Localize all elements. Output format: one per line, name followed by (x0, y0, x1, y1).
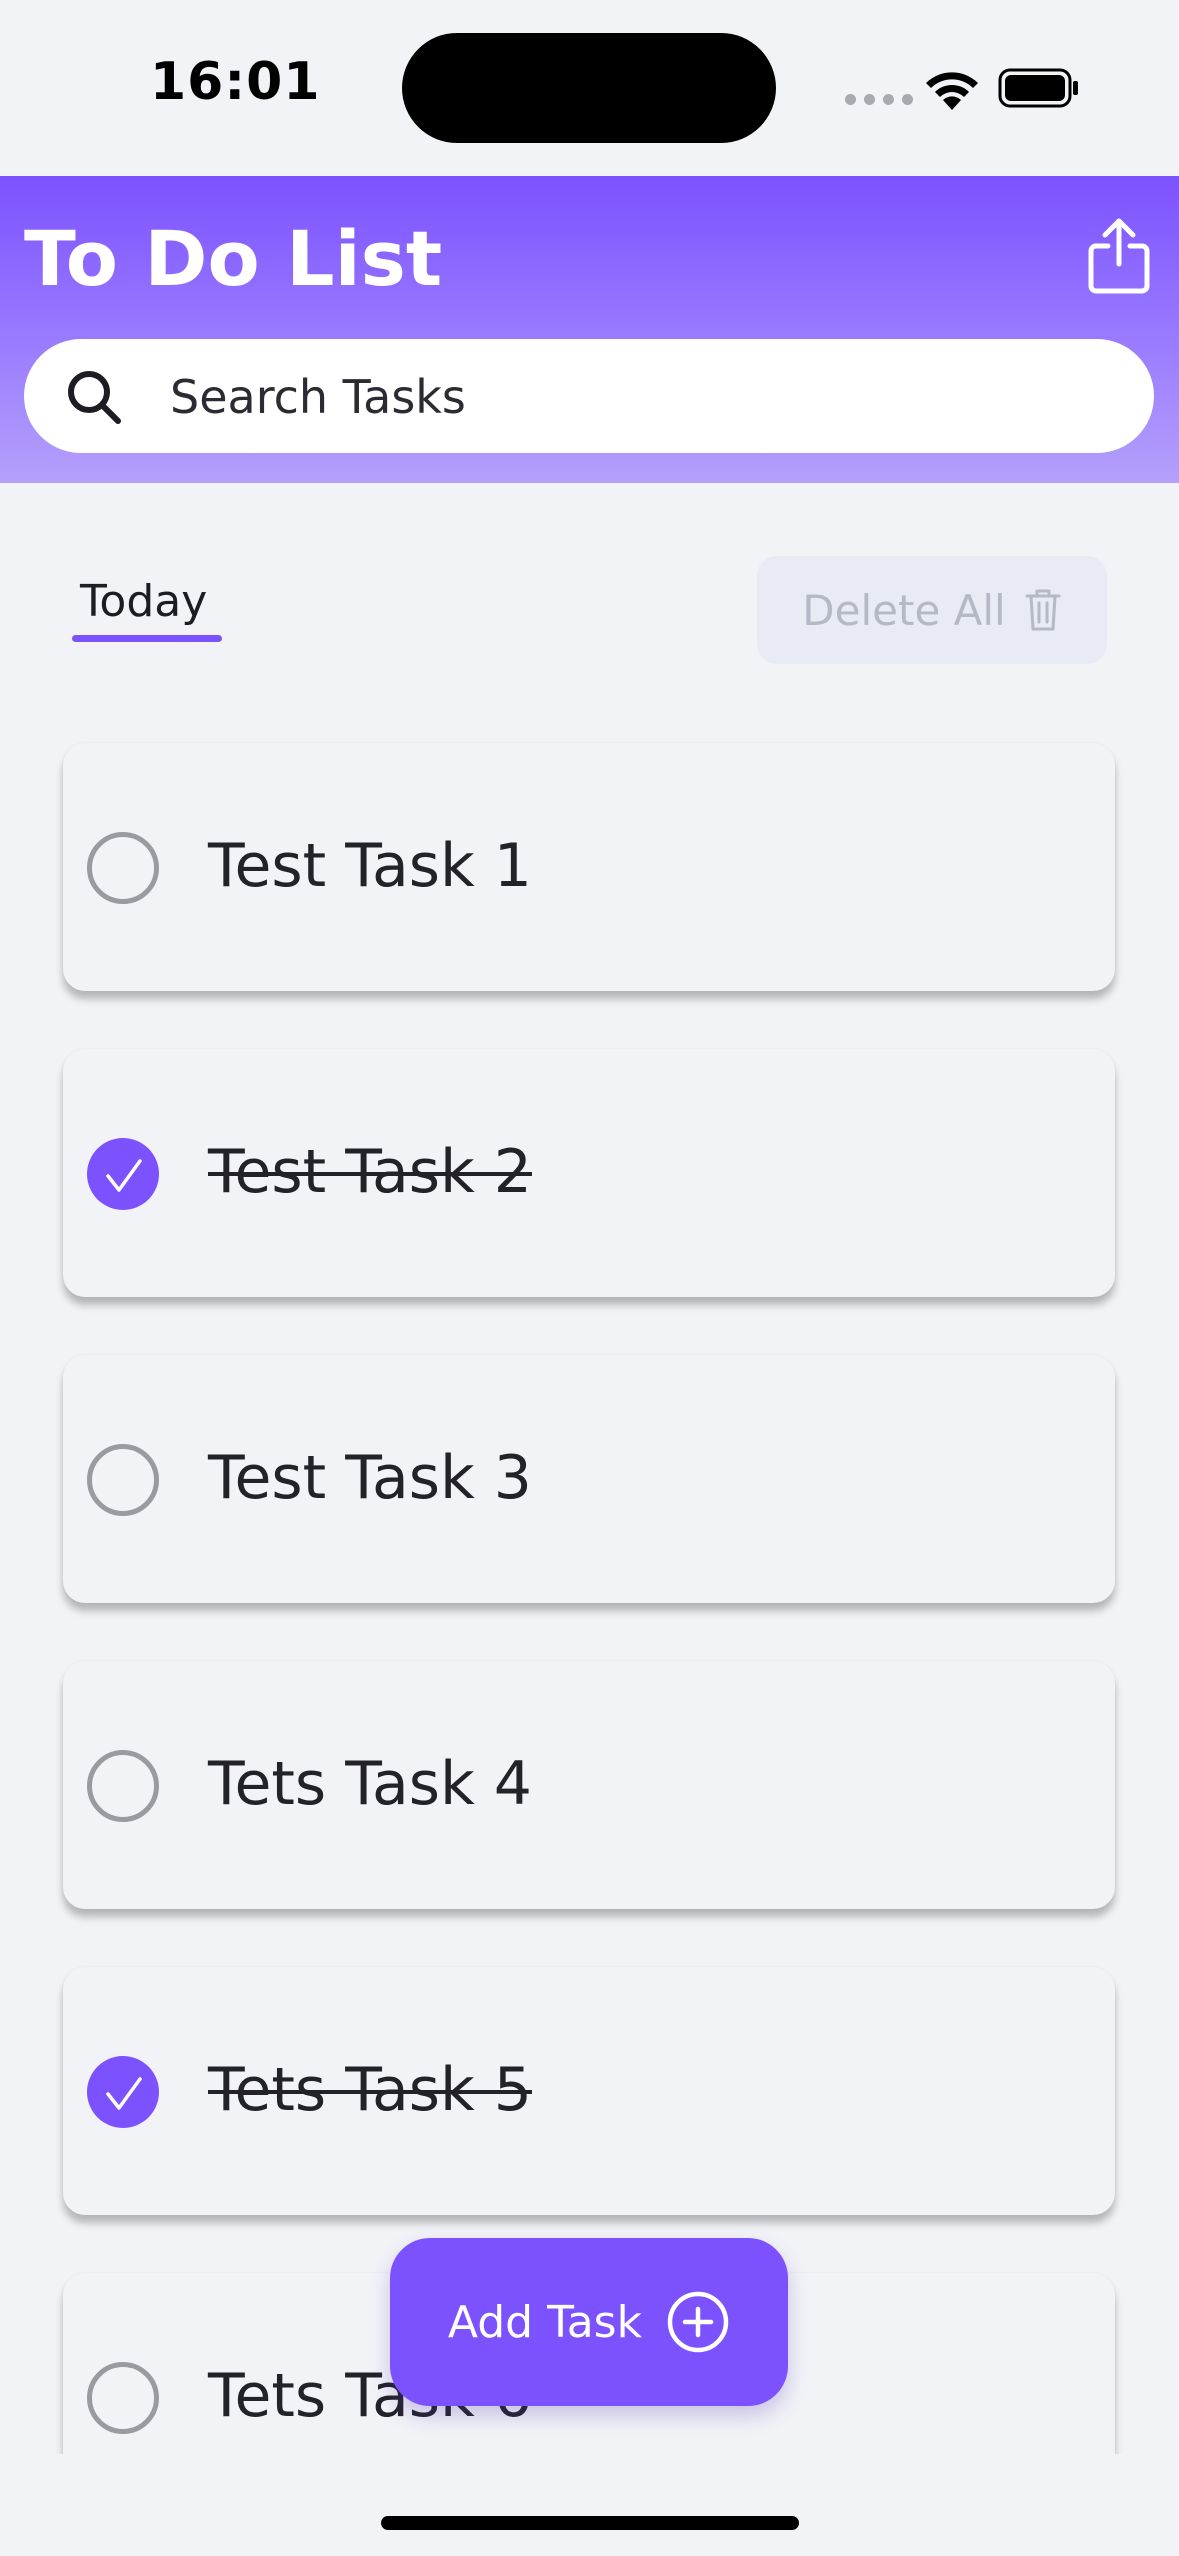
task-label: Tets Task 5 (208, 2055, 532, 2125)
tab-today[interactable]: Today (80, 576, 207, 627)
plus-circle-icon (667, 2291, 729, 2353)
cellular-signal-icon (845, 94, 913, 105)
delete-all-button[interactable]: Delete All (757, 556, 1107, 664)
app-header: To Do List (0, 176, 1179, 483)
task-checkbox[interactable] (87, 832, 159, 904)
add-task-button[interactable]: Add Task (390, 2238, 788, 2406)
status-bar: 16:01 (0, 0, 1179, 176)
task-label: Tets Task 4 (208, 1749, 532, 1819)
task-card[interactable]: Tets Task 5 (63, 1967, 1115, 2215)
search-input[interactable] (168, 367, 1072, 427)
task-label: Test Task 1 (208, 831, 532, 901)
bottom-safe-area (0, 2454, 1179, 2556)
page-title: To Do List (24, 214, 443, 303)
trash-icon (1025, 589, 1061, 631)
delete-all-label: Delete All (802, 585, 1006, 635)
task-label: Test Task 3 (208, 1443, 532, 1513)
tab-active-indicator (72, 635, 222, 642)
wifi-icon (926, 72, 978, 110)
task-checkbox[interactable] (87, 1138, 159, 1210)
share-icon[interactable] (1086, 216, 1152, 296)
add-task-label: Add Task (447, 2296, 643, 2348)
task-checkbox[interactable] (87, 1444, 159, 1516)
checkmark-icon (106, 1159, 142, 1192)
home-indicator (381, 2516, 799, 2530)
search-icon (68, 371, 121, 424)
task-card[interactable]: Test Task 1 (63, 743, 1115, 991)
task-checkbox[interactable] (87, 1750, 159, 1822)
checkmark-icon (106, 2077, 142, 2110)
dynamic-island (402, 33, 776, 143)
task-label: Test Task 2 (208, 1137, 532, 1207)
task-card[interactable]: Test Task 2 (63, 1049, 1115, 1297)
battery-icon (998, 68, 1078, 108)
task-card[interactable]: Tets Task 4 (63, 1661, 1115, 1909)
task-card[interactable]: Test Task 3 (63, 1355, 1115, 1603)
task-checkbox[interactable] (87, 2056, 159, 2128)
search-bar[interactable] (24, 339, 1154, 453)
status-time: 16:01 (150, 52, 321, 112)
task-checkbox[interactable] (87, 2362, 159, 2434)
